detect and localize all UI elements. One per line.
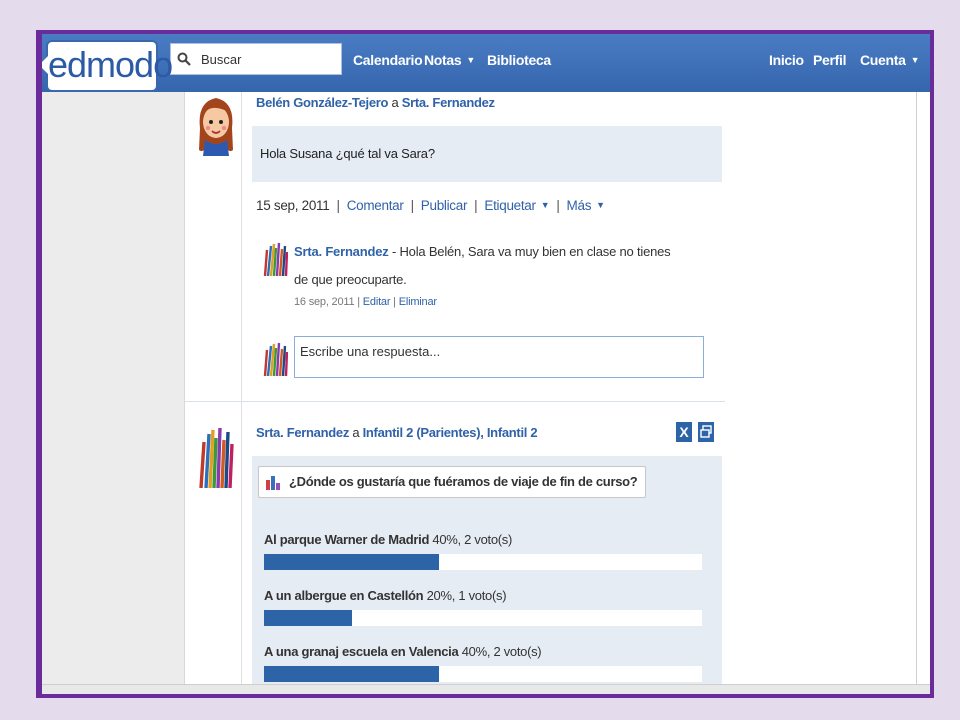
post1-meta-bar: 15 sep, 2011 | Comentar | Publicar | Etiquetar… [256,198,605,213]
edmodo-logo[interactable]: edmodo [42,40,173,92]
browser-screen: Calendario Notas ▼ Biblioteca Inicio Perf… [42,34,930,694]
poll-option-bar [264,554,702,570]
chevron-down-icon: ▼ [540,200,550,210]
reply-meta: 16 sep, 2011 | Editar | Eliminar [294,296,437,308]
post1-connector: a [391,95,399,110]
poll-option-fill [264,610,352,626]
reply-input[interactable] [295,337,703,377]
top-navigation-bar: Calendario Notas ▼ Biblioteca Inicio Perf… [42,34,930,92]
poll-option-label: A una granaj escuela en Valencia 40%, 2 … [264,644,542,659]
popout-icon[interactable] [698,422,714,442]
comment-link[interactable]: Comentar [347,198,404,213]
close-post-button[interactable]: X [676,422,692,442]
post1-date: 15 sep, 2011 [256,198,330,213]
nav-cuenta-label: Cuenta [860,52,906,68]
browser-status-bar [42,684,930,694]
nav-notas-label: Notas [424,52,462,68]
search-input[interactable] [197,44,345,74]
tag-dropdown[interactable]: Etiquetar ▼ [484,198,549,213]
nav-biblioteca[interactable]: Biblioteca [487,52,551,68]
poll-option-bar [264,610,702,626]
poll-option-label: Al parque Warner de Madrid 40%, 2 voto(s… [264,532,512,547]
reply-box[interactable] [294,336,704,378]
left-sidebar [42,92,185,694]
delete-link[interactable]: Eliminar [399,296,437,308]
pencils-avatar-icon [263,242,288,276]
post2-header: Srta. Fernandez a Infantil 2 (Parientes)… [256,425,538,440]
chevron-down-icon: ▼ [910,55,920,65]
separator: | [556,198,560,213]
post1-recipient-link[interactable]: Srta. Fernandez [402,95,495,110]
poll-option-bar [264,666,702,682]
poll-option-result: 40%, 2 voto(s) [461,644,542,659]
edit-link[interactable]: Editar [363,296,391,308]
more-dropdown[interactable]: Más ▼ [566,198,606,213]
chevron-down-icon: ▼ [596,200,605,210]
reply-comment: Srta. Fernandez - Hola Belén, Sara va mu… [294,238,674,294]
tag-link: Etiquetar [484,198,536,213]
content-right-border [916,92,917,694]
separator: | [474,198,478,213]
nav-notas[interactable]: Notas ▼ [424,52,475,68]
nav-inicio[interactable]: Inicio [769,52,804,68]
separator: | [336,198,340,213]
post1-author-link[interactable]: Belén González-Tejero [256,95,388,110]
post1-message: Hola Susana ¿qué tal va Sara? [260,146,435,161]
post2-connector: a [352,425,360,440]
poll-panel: ¿Dónde os gustaría que fuéramos de viaje… [252,456,722,694]
nav-cuenta[interactable]: Cuenta ▼ [860,52,920,68]
poll-option-result: 40%, 2 voto(s) [432,532,513,547]
reply-author-link[interactable]: Srta. Fernandez [294,244,389,259]
pencils-avatar-icon [263,342,288,376]
chevron-down-icon: ▼ [466,55,476,65]
more-link: Más [566,198,592,213]
publish-link[interactable]: Publicar [421,198,468,213]
poll-option-name: A un albergue en Castellón [264,588,424,603]
poll-option-fill [264,666,440,682]
logo-tab-shape [42,56,48,74]
poll-option-name: A una granaj escuela en Valencia [264,644,459,659]
nav-calendario[interactable]: Calendario [353,52,423,68]
poll-question-box: ¿Dónde os gustaría que fuéramos de viaje… [258,466,647,498]
post2-groups-link[interactable]: Infantil 2 (Parientes), Infantil 2 [363,425,538,440]
bar-chart-icon [266,476,280,490]
search-box[interactable] [170,43,345,75]
nav-perfil[interactable]: Perfil [813,52,847,68]
poll-option-fill [264,554,440,570]
logo-text: edmodo [48,44,173,85]
poll-option-result: 20%, 1 voto(s) [426,588,507,603]
post1-header: Belén González-Tejero a Srta. Fernandez [256,95,495,110]
post1-message-bubble: Hola Susana ¿qué tal va Sara? [252,126,722,182]
poll-option-name: Al parque Warner de Madrid [264,532,430,547]
reply-date: 16 sep, 2011 [294,296,355,308]
post2-author-link[interactable]: Srta. Fernandez [256,425,349,440]
separator: | [410,198,415,213]
post-divider [185,401,725,402]
poll-option-label: A un albergue en Castellón 20%, 1 voto(s… [264,588,507,603]
search-icon [177,52,191,66]
pencils-avatar-icon[interactable] [198,426,234,488]
girl-avatar-icon[interactable] [195,92,237,158]
poll-question: ¿Dónde os gustaría que fuéramos de viaje… [289,474,638,489]
